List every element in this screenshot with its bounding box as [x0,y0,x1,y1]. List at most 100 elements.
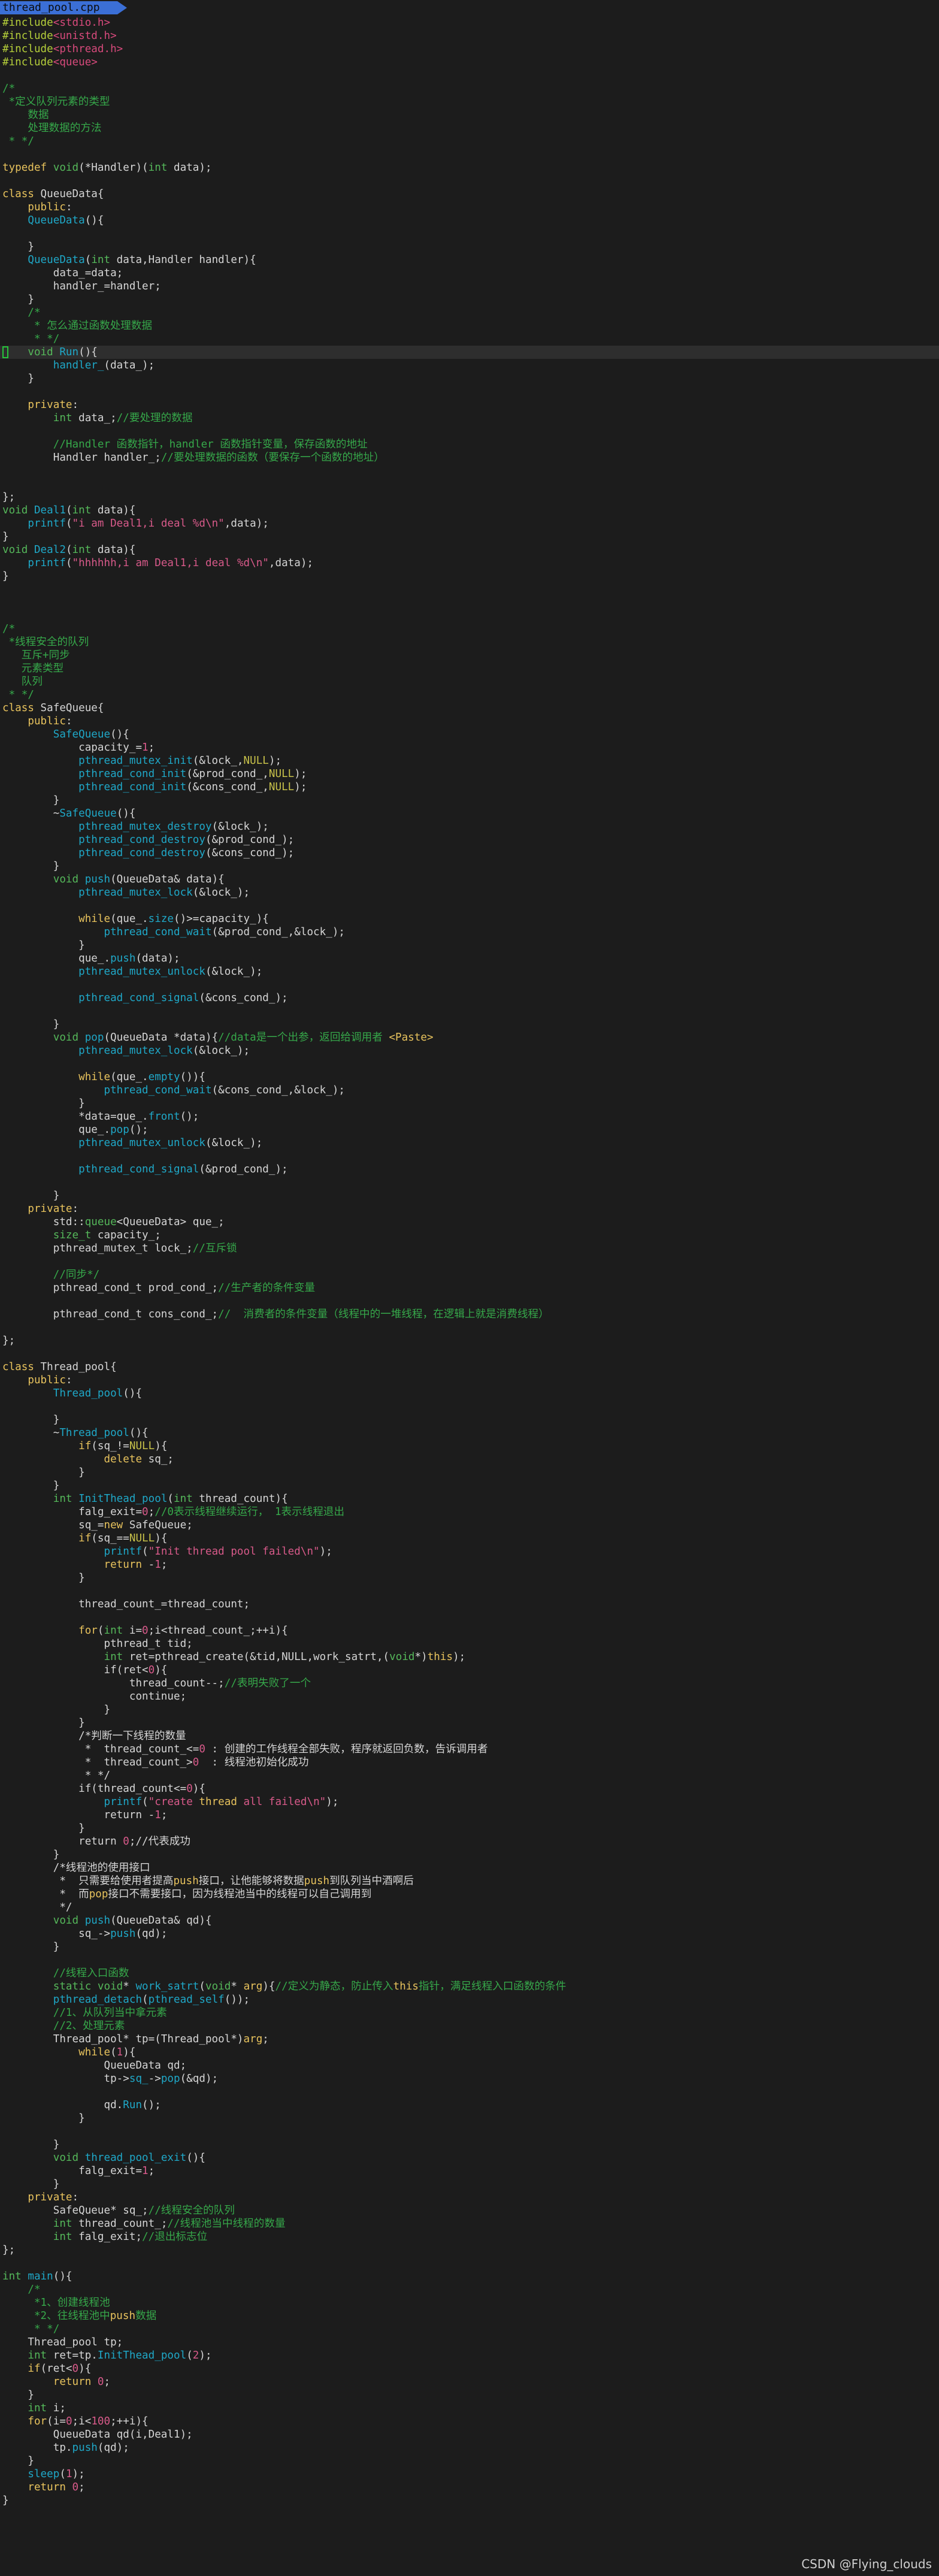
code-line: } [2,372,34,385]
code-token: (&cons_cond_); [205,847,295,859]
code-token: -> [148,2073,161,2085]
code-line: QueueData(){ [2,214,104,227]
code-token: pthread_mutex_unlock [78,1137,205,1149]
code-line: return 0;//代表成功 [2,1835,190,1848]
code-token: ;i<thread_count_;++i){ [148,1625,288,1637]
code-token: }; [2,2244,16,2256]
code-token: 0 [65,2415,72,2427]
code-token: //表明失败了一个 [224,1677,311,1689]
tab-thread-pool-cpp[interactable]: thread_pool.cpp [0,1,127,14]
code-line: printf("create thread all failed\n"); [2,1795,338,1809]
code-token: if [28,2363,41,2375]
code-token: SafeQueue [53,728,111,740]
code-token: #include [2,56,53,68]
code-token: : 线程池初始化成功 [199,1756,309,1768]
code-token: \n [307,1796,320,1808]
code-token: ( [59,2468,66,2480]
code-token: ); [453,1651,466,1663]
code-token: } [2,2139,60,2151]
code-line: que_.push(data); [2,952,180,965]
code-token: * thread_count_<= [2,1743,199,1755]
code-token: public [28,201,66,213]
code-line: }; [2,491,15,504]
code-token: * */ [2,2323,60,2335]
code-token: ( [186,2350,193,2362]
code-token: int [53,1493,72,1505]
code-token: pthread_cond_init [78,781,187,793]
code-token: (&lock_, [192,755,244,767]
code-token: } [2,2389,34,2401]
code-token: " [319,1796,326,1808]
code-line: sq_->push(qd); [2,1927,167,1940]
code-token: this [427,1651,453,1663]
code-token: 1 [155,1809,161,1821]
code-line: printf("i am Deal1,i deal %d\n",data); [2,517,269,530]
code-token: queue [84,1216,117,1228]
code-token: private [28,2191,72,2203]
code-token: Deal1 [34,504,66,516]
code-token: } [2,1097,85,1109]
code-token: ){ [155,1532,168,1544]
code-line: int ret=pthread_create(&tid,NULL,work_sa… [2,1650,465,1664]
code-token: public [28,715,66,727]
code-token: } [2,1018,60,1030]
code-token: ( [199,1981,205,1993]
code-line: //2、处理元素 [2,2019,125,2033]
code-token: (ret< [40,2363,72,2375]
code-token: thread_count_; [72,2218,168,2230]
code-token: <stdio.h> [53,17,111,29]
code-line: Thread_pool* tp=(Thread_pool*)arg; [2,2033,269,2046]
code-token: : 创建的工作线程全部失败，程序就返回负数，告诉调用者 [205,1743,488,1755]
code-token: pthread_mutex_destroy [78,821,212,833]
code-token: ()); [224,1994,250,2006]
code-token: 2 [192,2350,199,2362]
code-token: //Handler 函数指针，handler 函数指针变量，保存函数的地址 [2,439,368,451]
code-line: ~SafeQueue(){ [2,807,136,820]
code-token: (&lock_); [205,966,263,978]
code-token: que_. [2,953,111,965]
code-line: *线程安全的队列 [2,636,89,649]
code-token: ; [78,2481,85,2493]
code-token: handler_ [53,359,104,371]
code-token: void [53,1915,79,1927]
code-line: } [2,1716,85,1730]
code-token: : [65,715,72,727]
code-token: (sq_== [91,1532,129,1544]
code-line: /*判断一下线程的数量 [2,1730,186,1743]
code-token: } [2,2178,60,2190]
code-line: pthread_detach(pthread_self()); [2,1993,250,2006]
code-token: : [65,1374,72,1386]
code-token: * */ [2,1770,111,1782]
code-line: while(que_.size()>=capacity_){ [2,912,269,926]
code-token: data){ [91,504,136,516]
code-token: push [304,1875,330,1887]
code-token: Run [123,2099,143,2111]
code-line: QueueData qd(i,Deal1); [2,2428,193,2441]
code-token: //同步*/ [2,1269,100,1281]
code-token: void [28,346,53,358]
code-token: SafeQueue [59,808,117,820]
code-token: *定义队列元素的类型 [2,96,110,108]
code-line: #include<stdio.h> [2,16,110,29]
code-token: /* [2,307,41,319]
code-token: return [2,1836,123,1848]
code-token: ; [262,2033,269,2045]
code-token: que_. [2,1124,111,1136]
